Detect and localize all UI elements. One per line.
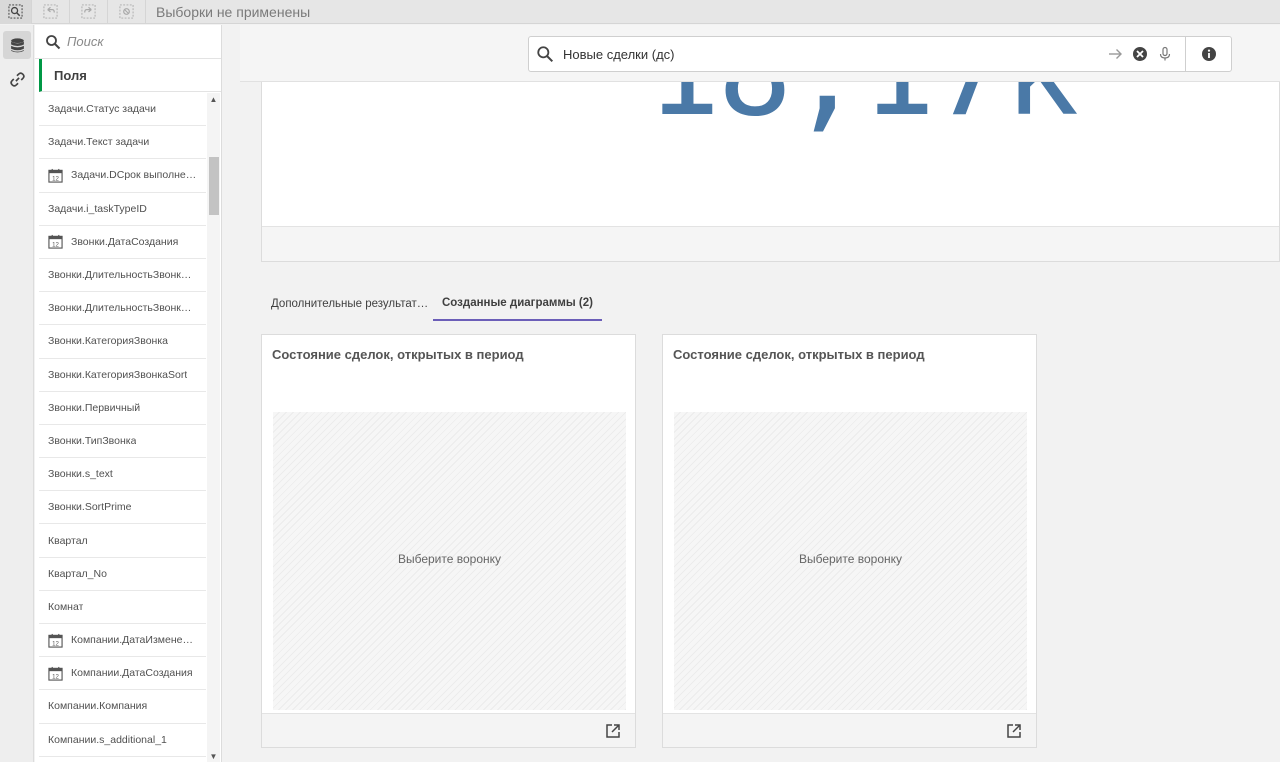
- chart-title: Состояние сделок, открытых в период: [272, 347, 524, 362]
- field-item[interactable]: Квартал_No: [39, 558, 206, 591]
- field-item[interactable]: 12 Звонки.ДатаСоздания: [39, 226, 206, 259]
- field-item-label: Звонки.ДлительностьЗвонк…: [48, 269, 192, 282]
- field-item[interactable]: Звонки.s_text: [39, 458, 206, 492]
- field-item[interactable]: Звонки.Первичный: [39, 392, 206, 425]
- svg-text:12: 12: [52, 640, 59, 647]
- field-item-label: Квартал: [48, 534, 88, 547]
- field-item[interactable]: Компании.s_additional_1: [39, 724, 206, 757]
- field-item-label: Задачи.DСрок выполне…: [71, 169, 197, 182]
- field-item-label: Задачи.Текст задачи: [48, 136, 150, 149]
- fields-panel: Поля Задачи.Статус задачи Задачи.Текст за…: [35, 25, 222, 762]
- fields-search-input[interactable]: [67, 34, 207, 49]
- selections-toolbar: Выборки не применены: [0, 0, 1280, 24]
- tab-created-charts[interactable]: Созданные диаграммы (2): [433, 287, 602, 321]
- field-item-label: Задачи.i_taskTypeID: [48, 202, 147, 215]
- field-item-label: Компании.ДатаИзмене…: [71, 634, 193, 647]
- field-item-label: Звонки.ДлительностьЗвонк…: [48, 302, 192, 315]
- field-item-label: Звонки.s_text: [48, 468, 113, 481]
- insight-search-box: [528, 36, 1232, 72]
- step-back-button[interactable]: [32, 0, 70, 24]
- field-item[interactable]: Задачи.i_taskTypeID: [39, 193, 206, 226]
- field-item[interactable]: 12 Компании.ДатаИзмене…: [39, 624, 206, 658]
- field-item[interactable]: Звонки.КатегорияЗвонка: [39, 325, 206, 359]
- field-item[interactable]: Звонки.ТипЗвонка: [39, 425, 206, 459]
- open-external-icon[interactable]: [1006, 723, 1022, 739]
- scroll-down-arrow-icon[interactable]: ▼: [207, 750, 220, 762]
- field-item[interactable]: Квартал: [39, 524, 206, 558]
- clear-selections-icon: [119, 4, 134, 19]
- insight-search-bar: [240, 25, 1280, 82]
- chart-placeholder: Выберите воронку: [273, 412, 626, 710]
- results-tabs: Дополнительные результат… Созданные диаг…: [262, 287, 602, 321]
- chart-card-footer: [262, 713, 635, 747]
- field-item[interactable]: 12 Задачи.DСрок выполне…: [39, 159, 206, 193]
- search-icon: [537, 46, 554, 63]
- assets-rail: [0, 25, 34, 762]
- field-item-label: Задачи.Статус задачи: [48, 103, 157, 116]
- scroll-up-arrow-icon[interactable]: ▲: [207, 93, 220, 105]
- chart-card[interactable]: Состояние сделок, открытых в период Выбе…: [261, 334, 636, 748]
- insight-search-input[interactable]: [563, 46, 1103, 62]
- main-content: 18,17k Дополнительные результат… Созданн…: [222, 25, 1280, 762]
- kpi-card-footer: [262, 226, 1279, 261]
- selection-status-text: Выборки не применены: [156, 3, 311, 20]
- field-item[interactable]: Комнат: [39, 591, 206, 624]
- field-item[interactable]: Задачи.Статус задачи: [39, 93, 206, 127]
- field-item[interactable]: 12 Компании.ДатаСоздания: [39, 657, 206, 691]
- smart-search-button[interactable]: [0, 0, 32, 24]
- field-item-label: Звонки.Первичный: [48, 401, 141, 414]
- clear-icon[interactable]: [1132, 46, 1148, 62]
- svg-text:12: 12: [52, 242, 59, 249]
- field-item-label: Квартал_No: [48, 567, 107, 580]
- arrow-right-icon[interactable]: [1107, 46, 1123, 62]
- scrollbar-thumb[interactable]: [209, 157, 219, 215]
- calendar-icon: 12: [48, 633, 63, 648]
- field-item[interactable]: Звонки.SortPrime: [39, 491, 206, 525]
- calendar-icon: 12: [48, 235, 63, 249]
- info-button[interactable]: [1185, 37, 1231, 71]
- field-item[interactable]: Задачи.Текст задачи: [39, 126, 206, 160]
- field-item-label: Звонки.ДатаСоздания: [71, 235, 179, 248]
- chart-card-footer: [663, 713, 1036, 747]
- field-list: Задачи.Статус задачи Задачи.Текст задачи 1…: [39, 93, 206, 762]
- field-list-scrollbar[interactable]: ▲ ▼: [207, 93, 220, 762]
- field-item-label: Звонки.ТипЗвонка: [48, 434, 137, 447]
- field-item-label: Компании.s_additional_1: [48, 733, 167, 746]
- smart-search-icon: [8, 4, 23, 19]
- field-item[interactable]: Звонки.КатегорияЗвонкаSort: [39, 359, 206, 392]
- field-item-label: Звонки.КатегорияЗвонка: [48, 335, 169, 348]
- step-forward-button[interactable]: [70, 0, 108, 24]
- microphone-icon[interactable]: [1157, 46, 1173, 62]
- chart-placeholder: Выберите воронку: [674, 412, 1027, 710]
- clear-selections-button[interactable]: [108, 0, 146, 24]
- fields-header: Поля: [39, 59, 221, 92]
- step-back-icon: [43, 4, 58, 19]
- database-icon: [10, 37, 24, 52]
- open-external-icon[interactable]: [605, 723, 621, 739]
- field-item-label: Компании.Компания: [48, 700, 148, 713]
- field-item-label: Комнат: [48, 600, 84, 613]
- fields-tab-button[interactable]: [3, 31, 31, 59]
- calendar-icon: 12: [48, 666, 63, 681]
- svg-text:12: 12: [52, 673, 59, 680]
- chart-message: Выберите воронку: [798, 552, 903, 566]
- field-item-label: Звонки.КатегорияЗвонкаSort: [48, 368, 188, 381]
- chart-message: Выберите воронку: [397, 552, 502, 566]
- link-icon: [9, 71, 25, 87]
- info-icon: [1201, 47, 1216, 61]
- svg-text:12: 12: [52, 175, 59, 182]
- tab-additional-results[interactable]: Дополнительные результат…: [262, 287, 433, 321]
- chart-title: Состояние сделок, открытых в период: [673, 347, 925, 362]
- step-forward-icon: [81, 4, 96, 19]
- field-item[interactable]: Звонки.ДлительностьЗвонк…: [39, 259, 206, 293]
- field-item[interactable]: Компании.Компания: [39, 690, 206, 724]
- master-items-tab-button[interactable]: [3, 65, 31, 93]
- calendar-icon: 12: [48, 168, 63, 183]
- field-item-label: Компании.ДатаСоздания: [71, 667, 193, 680]
- field-item[interactable]: Звонки.ДлительностьЗвонк…: [39, 292, 206, 326]
- field-item-label: Звонки.SortPrime: [48, 501, 132, 514]
- search-icon: [46, 34, 61, 49]
- fields-search: [35, 25, 221, 59]
- chart-card[interactable]: Состояние сделок, открытых в период Выбе…: [662, 334, 1037, 748]
